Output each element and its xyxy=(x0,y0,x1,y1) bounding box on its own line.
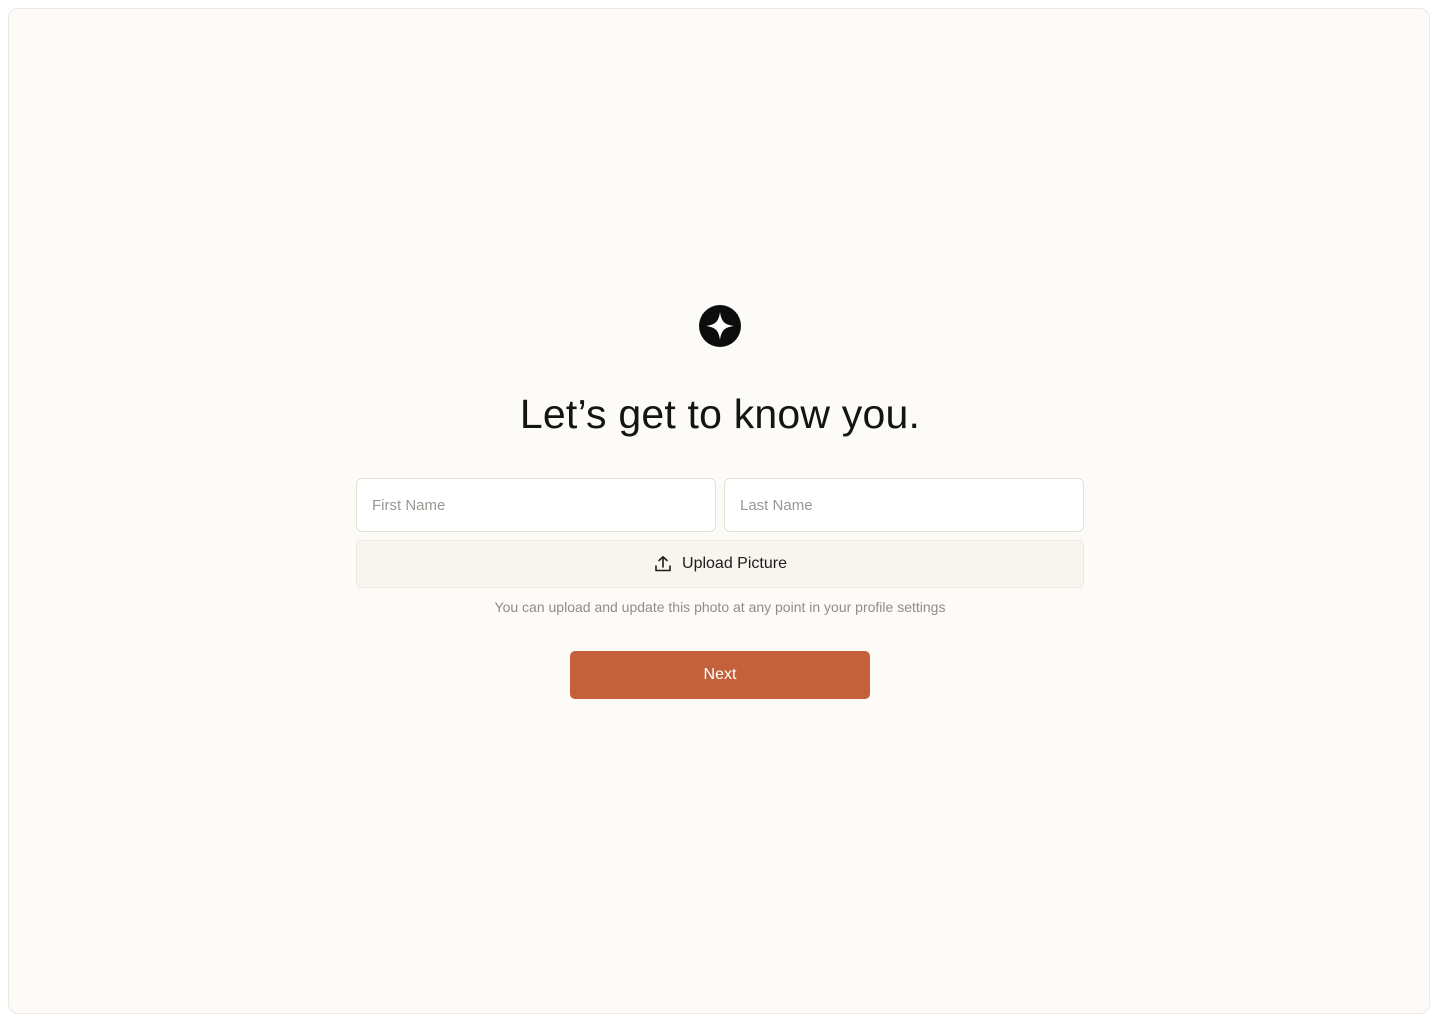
sparkle-logo-icon xyxy=(699,305,741,347)
first-name-input[interactable] xyxy=(356,478,716,532)
upload-picture-label: Upload Picture xyxy=(682,555,787,572)
page-title: Let’s get to know you. xyxy=(519,391,921,437)
next-button[interactable]: Next xyxy=(570,651,870,699)
upload-helper-text: You can upload and update this photo at … xyxy=(494,599,946,615)
upload-icon xyxy=(653,554,673,574)
onboarding-panel: Let’s get to know you. Upload Picture Yo… xyxy=(8,8,1430,1014)
upload-picture-button[interactable]: Upload Picture xyxy=(356,540,1084,588)
last-name-input[interactable] xyxy=(724,478,1084,532)
